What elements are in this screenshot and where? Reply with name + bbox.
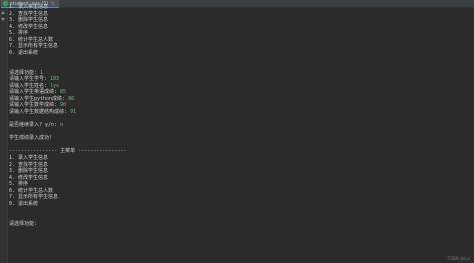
console-text: 3. 删除学生信息 xyxy=(9,168,49,175)
console-text: 请输入学生python成绩: xyxy=(9,95,69,102)
console-text: 5. 排序 xyxy=(9,181,29,188)
scroll-up-icon[interactable] xyxy=(1,11,5,14)
console-text: 4. 修改学生信息 xyxy=(9,174,49,181)
console-text: 5. 排序 xyxy=(9,30,29,37)
console-text: 请选择功能: xyxy=(9,220,41,227)
console-text: 请输入学生姓名: xyxy=(9,82,51,89)
console-gutter xyxy=(0,8,8,263)
console-text: 请输入学生英语成绩: xyxy=(9,89,61,96)
watermark: CSDN @lyx xyxy=(447,256,470,261)
user-input: 1 xyxy=(40,69,44,76)
console-text: 3. 删除学生信息 xyxy=(9,17,49,24)
console-text: 7. 显示所有学生信息 xyxy=(9,194,59,201)
console-text: 请输入学生数据结构成绩: xyxy=(9,109,71,115)
console-text: 1. 录入学生信息 xyxy=(9,154,49,161)
console-text: 1. 录入学生信息 xyxy=(9,4,49,10)
run-console-output[interactable]: 1. 录入学生信息 2. 查找学生信息 3. 删除学生信息 4. 修改学生信息 5. 排… xyxy=(8,4,474,263)
console-text: 0. 退出系统 xyxy=(9,49,39,56)
console-text: 请选择功能: xyxy=(9,69,41,76)
console-text: 是否继续录入? y/n: xyxy=(9,122,61,129)
console-text: 2. 查找学生信息 xyxy=(9,161,49,168)
console-text: 请输入学生学号: xyxy=(9,76,51,83)
console-text: 学生成绩录入成功! xyxy=(9,135,53,142)
console-text: 6. 统计学生总人数 xyxy=(9,187,54,194)
scroll-down-icon[interactable] xyxy=(1,18,5,21)
console-line: 请选择功能: xyxy=(9,221,474,228)
user-input: n xyxy=(60,122,64,129)
console-text: 6. 统计学生总人数 xyxy=(9,36,54,43)
user-input: 90 xyxy=(60,102,67,109)
user-input: 86 xyxy=(68,95,75,102)
user-input: 103 xyxy=(50,76,60,83)
console-text: 2. 查找学生信息 xyxy=(9,10,49,17)
user-input: 85 xyxy=(60,89,67,96)
console-text: ---------------- 主菜单 ---------------- xyxy=(9,148,127,155)
console-text: 7. 显示所有学生信息 xyxy=(9,43,59,50)
console-text: 0. 退出系统 xyxy=(9,200,39,207)
console-text: 请输入学生数学成绩: xyxy=(9,102,61,109)
user-input: 91 xyxy=(70,109,77,115)
user-input: lyx xyxy=(50,82,60,89)
console-text: 4. 修改学生信息 xyxy=(9,23,49,30)
